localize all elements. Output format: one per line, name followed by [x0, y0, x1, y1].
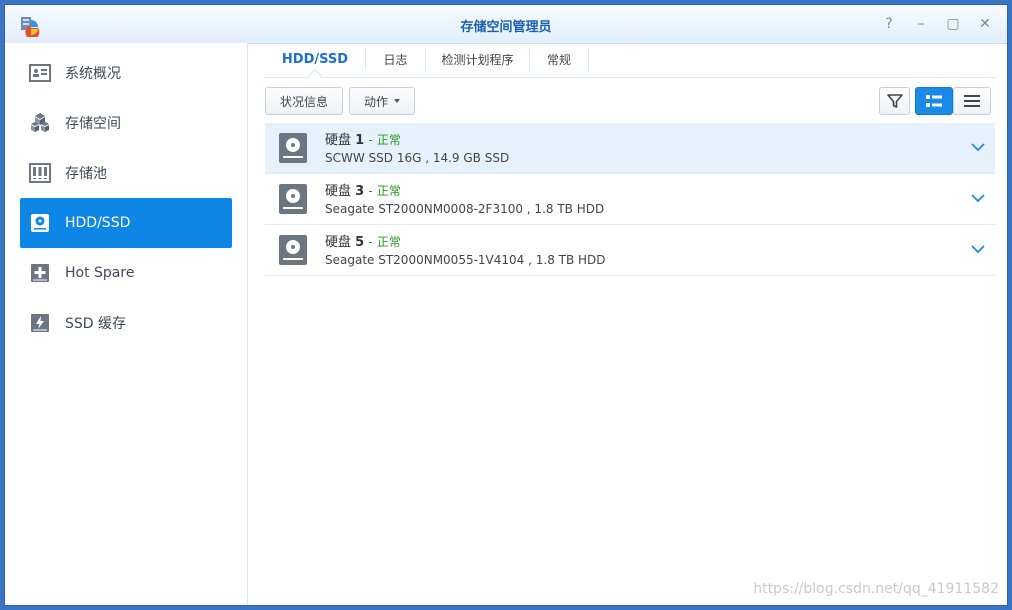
action-button[interactable]: 动作: [349, 87, 415, 115]
disk-icon: [29, 212, 51, 234]
filter-icon: [886, 94, 903, 108]
main-panel: HDD/SSD 日志 检测计划程序 常规 状况信息 动作 硬盘 1 - 正常 S…: [248, 43, 1007, 605]
disk-number: 5: [355, 235, 365, 250]
disk-title: 硬盘 1 - 正常: [325, 133, 401, 148]
detail-list-icon: [926, 95, 942, 107]
tab-general[interactable]: 常规: [530, 51, 588, 73]
help-button[interactable]: ?: [878, 13, 900, 35]
minimize-button[interactable]: –: [910, 13, 932, 35]
disk-name: 硬盘: [325, 133, 352, 148]
list-icon: [964, 95, 980, 107]
close-button[interactable]: ✕: [974, 13, 996, 35]
chevron-down-icon[interactable]: [971, 142, 985, 152]
disk-title: 硬盘 3 - 正常: [325, 184, 401, 199]
disk-description: Seagate ST2000NM0055-1V4104 , 1.8 TB HDD: [325, 253, 606, 267]
compact-view-button[interactable]: [953, 87, 991, 115]
sidebar-item-ssd-cache[interactable]: SSD 缓存: [20, 298, 232, 348]
sidebar-item-label: 系统概况: [65, 66, 121, 82]
detail-view-button[interactable]: [915, 87, 953, 115]
disk-number: 1: [355, 133, 365, 148]
sidebar-item-label: Hot Spare: [65, 265, 135, 281]
tab-divider: [588, 48, 589, 70]
tab-bar: HDD/SSD 日志 检测计划程序 常规: [265, 43, 995, 84]
sidebar-item-storage-pool[interactable]: 存储池: [20, 148, 232, 198]
sidebar-item-hdd-ssd[interactable]: HDD/SSD: [20, 198, 232, 248]
tab-log[interactable]: 日志: [366, 51, 425, 73]
plus-box-icon: [29, 262, 51, 284]
disk-title: 硬盘 5 - 正常: [325, 235, 401, 250]
disk-number: 3: [355, 184, 365, 199]
hard-disk-icon: [279, 133, 307, 163]
lightning-icon: [29, 312, 51, 334]
disk-name: 硬盘: [325, 235, 352, 250]
list-item[interactable]: 硬盘 3 - 正常 Seagate ST2000NM0008-2F3100 , …: [265, 174, 995, 225]
maximize-button[interactable]: ▢: [942, 13, 964, 35]
list-item[interactable]: 硬盘 1 - 正常 SCWW SSD 16G , 14.9 GB SSD: [265, 123, 995, 174]
sidebar-item-label: HDD/SSD: [65, 215, 131, 231]
overview-icon: [29, 62, 51, 84]
watermark: https://blog.csdn.net/qq_41911582: [753, 581, 999, 597]
list-item[interactable]: 硬盘 5 - 正常 Seagate ST2000NM0055-1V4104 , …: [265, 225, 995, 276]
storage-manager-window: 存储空间管理员 ? – ▢ ✕ 系统概况 存储空间 存储池 HDD/SSD Ho…: [4, 4, 1008, 606]
status-info-label: 状况信息: [279, 94, 328, 109]
sidebar-item-label: 存储空间: [65, 116, 121, 132]
hard-disk-icon: [279, 235, 307, 265]
disk-status: 正常: [376, 184, 401, 198]
disk-description: SCWW SSD 16G , 14.9 GB SSD: [325, 151, 510, 165]
sidebar-item-hot-spare[interactable]: Hot Spare: [20, 248, 232, 298]
sidebar-item-overview[interactable]: 系统概况: [20, 48, 232, 98]
action-label: 动作: [363, 94, 388, 109]
title-bar: 存储空间管理员 ? – ▢ ✕: [5, 5, 1007, 44]
storage-pool-icon: [29, 162, 51, 184]
sidebar-item-storage-space[interactable]: 存储空间: [20, 98, 232, 148]
disk-description: Seagate ST2000NM0008-2F3100 , 1.8 TB HDD: [325, 202, 605, 216]
disk-list: 硬盘 1 - 正常 SCWW SSD 16G , 14.9 GB SSD 硬盘 …: [265, 123, 995, 276]
window-title: 存储空间管理员: [460, 20, 552, 35]
cubes-icon: [29, 112, 51, 134]
chevron-down-icon[interactable]: [971, 244, 985, 254]
chevron-down-icon[interactable]: [971, 193, 985, 203]
hard-disk-icon: [279, 184, 307, 214]
disk-status: 正常: [376, 133, 401, 147]
disk-status: 正常: [376, 235, 401, 249]
caret-down-icon: [394, 99, 400, 103]
disk-name: 硬盘: [325, 184, 352, 199]
sidebar: 系统概况 存储空间 存储池 HDD/SSD Hot Spare SSD 缓存: [5, 43, 248, 605]
status-info-button[interactable]: 状况信息: [265, 87, 343, 115]
filter-button[interactable]: [879, 87, 910, 115]
sidebar-item-label: SSD 缓存: [65, 316, 127, 332]
tab-test-scheduler[interactable]: 检测计划程序: [426, 51, 529, 73]
sidebar-item-label: 存储池: [65, 166, 107, 182]
